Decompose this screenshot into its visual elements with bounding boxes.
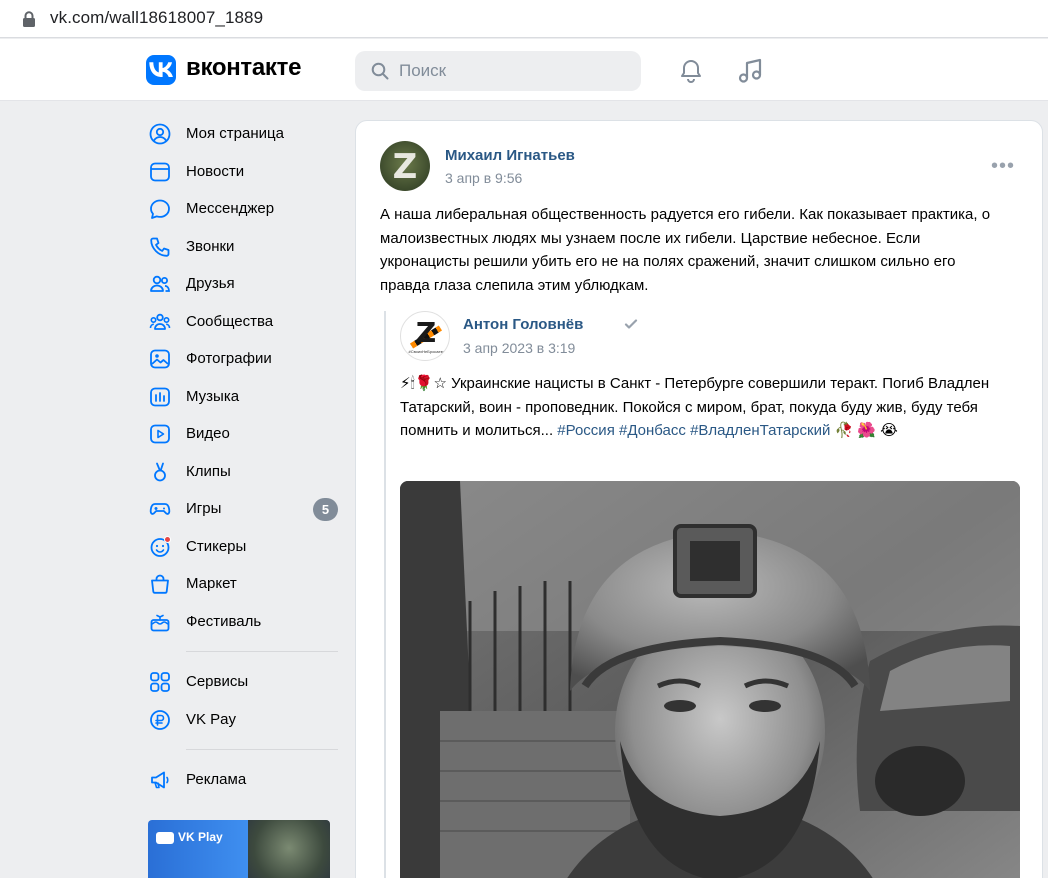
sidebar-item-label: VK Pay [186,710,237,728]
vkplay-promo-banner[interactable]: VK Play [148,820,330,878]
search-placeholder: Поиск [399,61,447,80]
hashtag-link[interactable]: #Россия [557,422,615,439]
sidebar-item-messenger[interactable]: Мессенджер [146,190,346,228]
vkpay-icon [150,709,170,730]
sidebar-item-ads[interactable]: Реклама [146,761,346,799]
sidebar-item-friends[interactable]: Друзья [146,265,346,303]
sidebar-item-communities[interactable]: Сообщества [146,303,346,341]
post-author-link[interactable]: Михаил Игнатьев [445,147,575,164]
post-timestamp-link[interactable]: 3 апр в 9:56 [445,170,522,186]
sidebar-item-label: Друзья [186,275,235,292]
sidebar-item-label: Моя страница [186,125,284,142]
services-icon [150,672,170,692]
friends-icon [150,275,170,292]
sidebar-item-my-page[interactable]: Моя страница [146,115,346,153]
vkplay-label: VK Play [178,830,223,844]
avatar-caption: #СвоихНеБросаем [408,349,444,354]
sidebar-item-label: Фотографии [186,350,272,367]
repost-author-avatar[interactable]: Z #СвоихНеБросаем [400,311,450,361]
wall-post-card: Z Михаил Игнатьев 3 апр в 9:56 ••• А наш… [355,120,1043,878]
repost-timestamp-link[interactable]: 3 апр 2023 в 3:19 [463,340,575,356]
sidebar-item-label: Реклама [186,771,247,788]
sidebar-item-news[interactable]: Новости [146,153,346,191]
user-circle-icon [149,123,171,145]
repost-block: Z #СвоихНеБросаем Антон Головнёв 3 апр 2… [384,311,1024,878]
video-icon [150,424,170,444]
sidebar-item-label: Фестиваль [186,612,262,630]
sidebar-divider [186,651,338,652]
stickers-icon [150,535,171,557]
avatar-letter: Z [415,316,437,349]
news-icon [150,162,170,181]
sidebar-item-stickers[interactable]: Стикеры [146,528,346,566]
games-icon [149,503,171,515]
sidebar-item-clips[interactable]: Клипы [146,453,346,491]
post-photo[interactable] [400,481,1020,878]
sidebar-item-label: Игры [186,500,222,517]
vkplay-logo-icon [156,832,174,844]
communities-icon [149,313,171,330]
hashtag-link[interactable]: #Донбасс [619,422,686,439]
sidebar-item-label: Сообщества [186,312,274,330]
verified-check-icon [624,319,638,329]
sidebar-item-games[interactable]: Игры 5 [146,490,346,528]
sidebar-item-music[interactable]: Музыка [146,378,346,416]
brand-name[interactable]: вконтакте [186,54,301,82]
sidebar-item-label: Музыка [186,387,240,405]
sidebar-item-label: Сервисы [186,673,249,690]
bell-icon[interactable] [678,58,704,84]
sidebar-item-label: Мессенджер [186,200,275,217]
message-icon [150,199,170,219]
sidebar-item-calls[interactable]: Звонки [146,228,346,266]
sidebar-item-label: Звонки [186,237,235,255]
sidebar-item-video[interactable]: Видео [146,415,346,453]
sidebar-item-market[interactable]: Маркет [146,565,346,603]
sidebar-divider [186,749,338,750]
repost-text-emoji: 🥀 🌺 😭 [830,422,898,439]
search-input[interactable]: Поиск [355,51,641,91]
author-avatar[interactable]: Z [380,141,430,191]
browser-address-bar[interactable]: vk.com/wall18618007_1889 [0,0,1048,38]
music-note-icon[interactable] [737,57,765,85]
avatar-letter: Z [392,147,418,187]
search-icon [371,62,389,80]
post-photo-image [400,481,1020,878]
festival-icon [150,614,170,631]
hashtag-link[interactable]: #ВладленТатарский [690,422,830,439]
music-icon [150,387,170,406]
market-icon [151,574,169,594]
games-count-badge: 5 [313,498,338,521]
sidebar-item-label: Видео [186,425,230,442]
sidebar-item-label: Новости [186,162,245,180]
sidebar-item-label: Маркет [186,575,237,592]
sidebar-menu: Моя страница Новости Мессенджер Звонки Д… [146,115,346,799]
repost-author-link[interactable]: Антон Головнёв [463,316,583,333]
lock-icon [23,11,35,27]
phone-icon [150,237,170,257]
sidebar-item-label: Стикеры [186,537,247,555]
vk-logo-icon[interactable] [146,55,176,85]
ads-icon [151,771,169,789]
repost-text: ⚡🕯🌹☆ Украинские нацисты в Санкт - Петерб… [400,372,1012,443]
photo-icon [150,349,170,369]
sidebar-item-services[interactable]: Сервисы [146,663,346,701]
post-text: А наша либеральная общественность радует… [380,206,991,294]
more-options-icon[interactable]: ••• [991,156,1015,176]
vk-header: вконтакте Поиск [0,39,1048,101]
sidebar-item-festival[interactable]: Фестиваль [146,603,346,641]
address-url[interactable]: vk.com/wall18618007_1889 [50,8,263,28]
sidebar-item-vkpay[interactable]: VK Pay [146,701,346,739]
clips-icon [154,462,166,481]
vkplay-artwork [248,820,330,878]
sidebar-item-label: Клипы [186,462,231,480]
sidebar-item-photos[interactable]: Фотографии [146,340,346,378]
